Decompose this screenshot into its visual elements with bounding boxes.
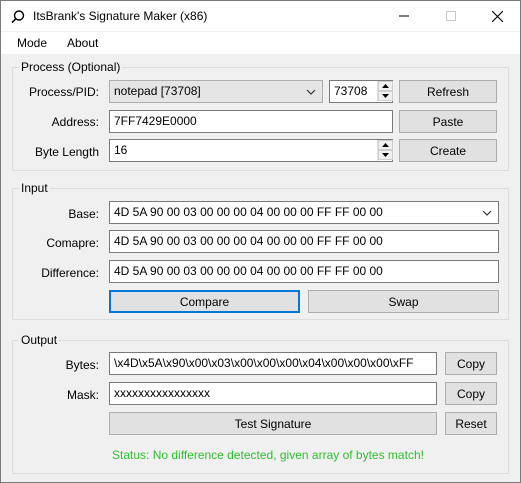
- base-select[interactable]: 4D 5A 90 00 03 00 00 00 04 00 00 00 FF F…: [109, 201, 499, 224]
- menu-mode[interactable]: Mode: [17, 36, 47, 50]
- arrow-up-icon: [382, 84, 389, 88]
- difference-value: 4D 5A 90 00 03 00 00 00 04 00 00 00 FF F…: [114, 264, 383, 278]
- close-button[interactable]: [474, 1, 520, 31]
- bytes-output[interactable]: \x4D\x5A\x90\x00\x03\x00\x00\x00\x04\x00…: [109, 352, 437, 375]
- chevron-down-icon: [306, 89, 316, 95]
- process-pid-label: Process/PID:: [28, 85, 99, 99]
- output-group-title: Output: [19, 333, 60, 347]
- maximize-icon: [446, 11, 456, 21]
- maximize-button[interactable]: [428, 1, 474, 31]
- test-signature-button[interactable]: Test Signature: [109, 412, 437, 435]
- bytes-value: \x4D\x5A\x90\x00\x03\x00\x00\x00\x04\x00…: [114, 356, 414, 370]
- copy-mask-button[interactable]: Copy: [445, 382, 497, 405]
- byte-length-input[interactable]: 16: [109, 139, 393, 162]
- spin-up-button[interactable]: [378, 140, 393, 150]
- arrow-down-icon: [382, 94, 389, 98]
- process-select[interactable]: notepad [73708]: [109, 80, 323, 103]
- compare-input[interactable]: 4D 5A 90 00 03 00 00 00 04 00 00 00 FF F…: [109, 230, 499, 253]
- difference-input[interactable]: 4D 5A 90 00 03 00 00 00 04 00 00 00 FF F…: [109, 260, 499, 283]
- create-button[interactable]: Create: [399, 139, 497, 162]
- process-group-title: Process (Optional): [19, 60, 123, 74]
- address-input[interactable]: 7FF7429E0000: [109, 110, 393, 133]
- arrow-up-icon: [382, 143, 389, 147]
- swap-button[interactable]: Swap: [308, 290, 499, 313]
- paste-button[interactable]: Paste: [399, 110, 497, 133]
- address-value: 7FF7429E0000: [114, 114, 197, 128]
- title-bar[interactable]: ItsBrank's Signature Maker (x86): [1, 1, 520, 31]
- reset-button[interactable]: Reset: [445, 412, 497, 435]
- refresh-button[interactable]: Refresh: [399, 80, 497, 103]
- arrow-down-icon: [382, 153, 389, 157]
- status-message: Status: No difference detected, given ar…: [112, 448, 424, 462]
- pid-value: 73708: [334, 84, 368, 98]
- compare-label: Comapre:: [46, 236, 99, 250]
- minimize-icon: [399, 15, 409, 17]
- copy-bytes-button[interactable]: Copy: [445, 352, 497, 375]
- mask-value: xxxxxxxxxxxxxxxx: [114, 386, 210, 400]
- spin-up-button[interactable]: [378, 81, 393, 91]
- base-value: 4D 5A 90 00 03 00 00 00 04 00 00 00 FF F…: [114, 205, 383, 219]
- close-icon: [491, 10, 503, 22]
- window-title: ItsBrank's Signature Maker (x86): [33, 9, 208, 23]
- base-label: Base:: [68, 207, 99, 221]
- mask-label: Mask:: [66, 388, 99, 402]
- pid-spinner[interactable]: [377, 81, 393, 102]
- minimize-button[interactable]: [381, 1, 427, 31]
- compare-value: 4D 5A 90 00 03 00 00 00 04 00 00 00 FF F…: [114, 234, 383, 248]
- mask-output[interactable]: xxxxxxxxxxxxxxxx: [109, 382, 437, 405]
- byte-length-spinner[interactable]: [377, 140, 393, 161]
- main-window: ItsBrank's Signature Maker (x86) Mode Ab…: [0, 0, 521, 483]
- compare-button[interactable]: Compare: [109, 290, 300, 313]
- spin-down-button[interactable]: [378, 91, 393, 101]
- difference-label: Difference:: [41, 266, 99, 280]
- chevron-down-icon: [482, 210, 492, 216]
- menu-bar: Mode About: [1, 32, 520, 54]
- spin-down-button[interactable]: [378, 150, 393, 160]
- menu-about[interactable]: About: [67, 36, 98, 50]
- input-group-title: Input: [19, 181, 50, 195]
- byte-length-value: 16: [114, 143, 128, 157]
- process-select-value: notepad [73708]: [114, 84, 201, 98]
- address-label: Address:: [51, 115, 99, 129]
- bytes-label: Bytes:: [65, 358, 99, 372]
- search-icon: [11, 10, 25, 24]
- byte-length-label: Byte Length: [34, 145, 99, 159]
